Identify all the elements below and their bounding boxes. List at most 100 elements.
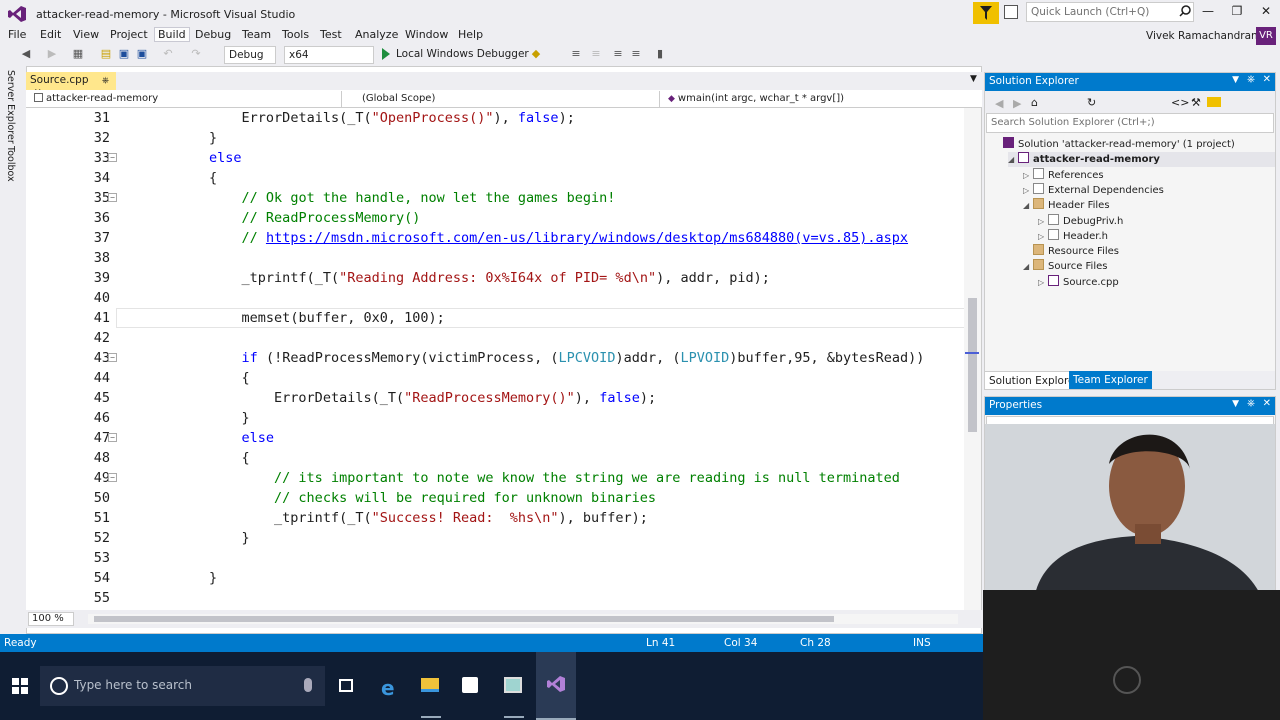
collapse-icon[interactable]: − [108, 433, 117, 442]
solution-search-input[interactable]: Search Solution Explorer (Ctrl+;) [986, 113, 1274, 133]
code-line[interactable]: 46 } [26, 408, 964, 428]
indent-icon[interactable]: ≡ [570, 48, 582, 60]
tree-node[interactable]: ▷ Header.h [1038, 228, 1275, 244]
code-line[interactable]: 47− else [26, 428, 964, 448]
code-line[interactable]: 31 ErrorDetails(_T("OpenProcess()"), fal… [26, 108, 964, 128]
collapsed-arrow-icon[interactable]: ▷ [1038, 214, 1048, 229]
find-icon[interactable]: ◆ [530, 48, 542, 60]
code-line[interactable]: 43− if (!ReadProcessMemory(victimProcess… [26, 348, 964, 368]
start-debugging-icon[interactable] [382, 48, 390, 60]
pin-icon[interactable]: ⎈ [1247, 398, 1255, 409]
collapse-icon[interactable]: − [108, 193, 117, 202]
tree-node[interactable]: ◢ Source Files [1023, 259, 1275, 274]
tree-node[interactable]: ▷ External Dependencies [1023, 182, 1275, 198]
forward-icon[interactable]: ▶ [1013, 97, 1021, 110]
code-area[interactable]: 31 ErrorDetails(_T("OpenProcess()"), fal… [26, 108, 964, 610]
collapsed-arrow-icon[interactable]: ▷ [1023, 183, 1033, 198]
open-file-icon[interactable]: ▤ [100, 48, 112, 60]
close-button[interactable]: ✕ [1256, 4, 1276, 20]
collapsed-arrow-icon[interactable]: ▷ [1038, 229, 1048, 244]
menu-project[interactable]: Project [110, 28, 148, 41]
undo-icon[interactable]: ↶ [162, 48, 174, 60]
scope-navigation-select[interactable]: (Global Scope) [346, 91, 660, 107]
app-window-icon[interactable] [504, 677, 522, 693]
tree-node[interactable]: ▷ DebugPriv.h [1038, 213, 1275, 229]
panel-dropdown-icon[interactable]: ▼ [1232, 75, 1239, 85]
expanded-arrow-icon[interactable]: ◢ [1008, 152, 1018, 167]
menu-window[interactable]: Window [405, 28, 448, 41]
preview-icon[interactable] [1207, 97, 1221, 107]
menu-view[interactable]: View [73, 28, 99, 41]
menu-debug[interactable]: Debug [195, 28, 231, 41]
collapse-icon[interactable]: − [108, 153, 117, 162]
code-line[interactable]: 34 { [26, 168, 964, 188]
back-icon[interactable]: ◀ [20, 48, 32, 60]
vertical-scroll-thumb[interactable] [968, 298, 977, 432]
code-line[interactable]: 53 [26, 548, 964, 568]
restore-button[interactable]: ❐ [1227, 4, 1247, 20]
server-explorer-tab[interactable]: Server Explorer [5, 70, 16, 144]
menu-build[interactable]: Build [154, 27, 190, 42]
code-line[interactable]: 45 ErrorDetails(_T("ReadProcessMemory()"… [26, 388, 964, 408]
tree-node[interactable]: Solution 'attacker-read-memory' (1 proje… [993, 137, 1275, 152]
code-line[interactable]: 44 { [26, 368, 964, 388]
forward-icon[interactable]: ▶ [46, 48, 58, 60]
code-line[interactable]: 37 // https://msdn.microsoft.com/en-us/l… [26, 228, 964, 248]
cortana-icon[interactable] [50, 677, 68, 695]
notifications-flag-icon[interactable] [973, 2, 999, 24]
vertical-scrollbar[interactable] [964, 108, 981, 610]
code-line[interactable]: 55 [26, 588, 964, 608]
horizontal-scrollbar[interactable] [88, 614, 958, 624]
menu-help[interactable]: Help [458, 28, 483, 41]
visual-studio-taskbar-button[interactable] [536, 652, 576, 720]
code-line[interactable]: 52 } [26, 528, 964, 548]
menu-tools[interactable]: Tools [282, 28, 309, 41]
code-line[interactable]: 38 [26, 248, 964, 268]
code-line[interactable]: 48 { [26, 448, 964, 468]
code-line[interactable]: 36 // ReadProcessMemory() [26, 208, 964, 228]
hyperlink[interactable]: https://msdn.microsoft.com/en-us/library… [266, 230, 908, 246]
user-name[interactable]: Vivek Ramachandran [1146, 30, 1258, 42]
panel-dropdown-icon[interactable]: ▼ [1232, 399, 1239, 409]
project-navigation-select[interactable]: attacker-read-memory [30, 91, 342, 107]
feedback-icon[interactable] [1004, 5, 1018, 19]
tree-node[interactable]: ◢ Header Files [1023, 198, 1275, 213]
code-line[interactable]: 49− // its important to note we know the… [26, 468, 964, 488]
solution-platform-select[interactable]: x64 [284, 46, 374, 64]
avatar[interactable]: VR [1256, 27, 1276, 45]
code-line[interactable]: 40 [26, 288, 964, 308]
outdent-icon[interactable]: ≡ [590, 48, 602, 60]
code-line[interactable]: 54 } [26, 568, 964, 588]
tab-source-cpp[interactable]: Source.cpp ⎈ ✕ [26, 72, 116, 98]
code-line[interactable]: 35− // Ok got the handle, now let the ga… [26, 188, 964, 208]
code-line[interactable]: 50 // checks will be required for unknow… [26, 488, 964, 508]
tab-dropdown-icon[interactable]: ▼ [970, 74, 977, 84]
minimize-button[interactable]: — [1198, 4, 1218, 20]
menu-analyze[interactable]: Analyze [355, 28, 398, 41]
save-icon[interactable]: ▣ [118, 48, 130, 60]
expanded-arrow-icon[interactable]: ◢ [1023, 198, 1033, 213]
solution-configuration-select[interactable]: Debug [224, 46, 276, 64]
back-icon[interactable]: ◀ [995, 97, 1003, 110]
code-line[interactable]: 41 memset(buffer, 0x0, 100); [26, 308, 964, 328]
menu-test[interactable]: Test [320, 28, 342, 41]
collapse-icon[interactable]: − [108, 353, 117, 362]
menu-file[interactable]: File [8, 28, 26, 41]
code-line[interactable]: 32 } [26, 128, 964, 148]
toolbox-tab[interactable]: Toolbox [5, 146, 16, 182]
taskbar-search-input[interactable]: Type here to search [40, 666, 325, 706]
code-line[interactable]: 51 _tprintf(_T("Success! Read: %hs\n"), … [26, 508, 964, 528]
horizontal-scroll-thumb[interactable] [94, 616, 834, 622]
comment-icon[interactable]: ≡ [612, 48, 624, 60]
start-debugger-button[interactable]: Local Windows Debugger [396, 48, 529, 60]
zoom-select[interactable]: 100 % [28, 612, 74, 626]
new-project-icon[interactable]: ▦ [72, 48, 84, 60]
pin-icon[interactable]: ⎈ [1247, 74, 1255, 85]
save-all-icon[interactable]: ▣ [136, 48, 148, 60]
properties-wrench-icon[interactable]: ⚒ [1191, 96, 1201, 109]
store-icon[interactable] [462, 677, 478, 693]
code-line[interactable]: 42 [26, 328, 964, 348]
collapsed-arrow-icon[interactable]: ▷ [1038, 275, 1048, 290]
redo-icon[interactable]: ↷ [190, 48, 202, 60]
expanded-arrow-icon[interactable]: ◢ [1023, 259, 1033, 274]
